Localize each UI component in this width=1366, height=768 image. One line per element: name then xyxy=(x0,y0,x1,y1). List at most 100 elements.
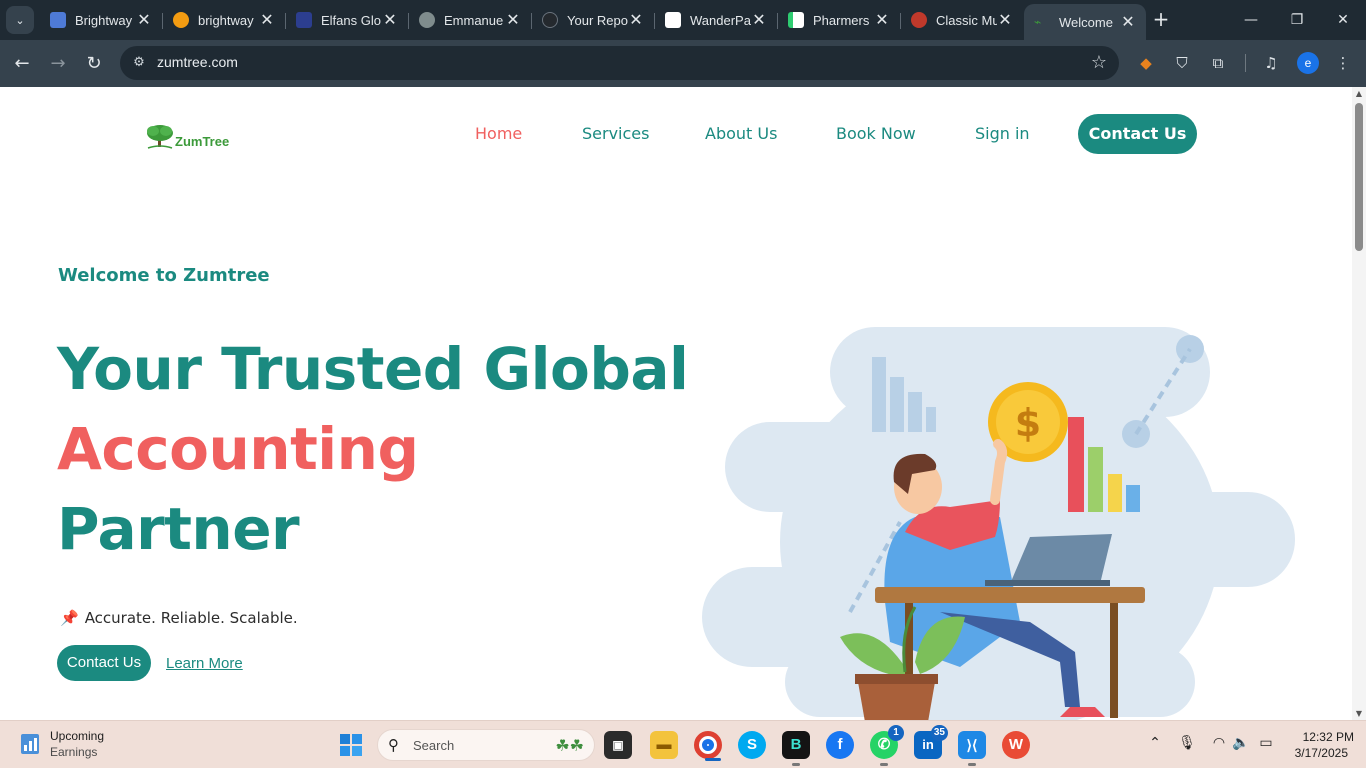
github-icon xyxy=(542,12,558,28)
hero-title-line-1: Your Trusted Global xyxy=(57,335,689,403)
clock-time[interactable]: 12:32 PM xyxy=(1292,730,1354,744)
brightway-favicon-icon xyxy=(50,12,66,28)
vscode-icon[interactable]: ⟩⟨ xyxy=(958,731,986,766)
close-icon[interactable]: ✕ xyxy=(382,10,398,30)
firefox-favicon-icon xyxy=(173,12,189,28)
globe-icon xyxy=(419,12,435,28)
tab-title: Classic Mu xyxy=(936,12,997,28)
tab-title: Pharmers xyxy=(813,12,870,28)
browser-menu-icon[interactable]: ⋮ xyxy=(1332,52,1354,74)
microphone-icon[interactable]: 🎙 xyxy=(1177,735,1197,751)
widget-subtitle[interactable]: Earnings xyxy=(50,745,97,759)
back-button[interactable]: ← xyxy=(9,51,35,77)
nav-home[interactable]: Home xyxy=(475,124,522,143)
tab-emmanuel[interactable]: Emmanue ✕ xyxy=(409,4,532,36)
extensions-puzzle-icon[interactable]: ⧉ xyxy=(1207,52,1229,74)
browser-toolbar: ← → ↻ ⚙ zumtree.com ☆ ◆ ⛉ ⧉ ♫ ⋮ xyxy=(0,40,1366,87)
forward-button[interactable]: → xyxy=(45,51,71,77)
wanderpa-favicon-icon xyxy=(665,12,681,28)
media-controls-icon[interactable]: ♫ xyxy=(1260,52,1282,74)
skype-icon[interactable]: S xyxy=(738,731,766,759)
wps-office-icon[interactable]: W xyxy=(1002,731,1030,759)
nav-sign-in[interactable]: Sign in xyxy=(975,124,1030,143)
tab-brightway-2[interactable]: brightway ✕ xyxy=(163,4,286,36)
toolbar-divider xyxy=(1245,54,1246,72)
new-tab-button[interactable]: + xyxy=(1150,8,1172,30)
facebook-icon[interactable]: f xyxy=(826,731,854,759)
taskbar-search-box[interactable]: ⚲ Search ☘☘ xyxy=(377,729,595,761)
tab-pharmers[interactable]: Pharmers ✕ xyxy=(778,4,901,36)
whatsapp-badge: 1 xyxy=(888,725,904,741)
hero-tagline: 📌 Accurate. Reliable. Scalable. xyxy=(60,609,298,627)
address-bar[interactable]: ⚙ zumtree.com ☆ xyxy=(120,46,1119,80)
nav-about-us[interactable]: About Us xyxy=(705,124,777,143)
tab-search-button[interactable]: ⌄ xyxy=(6,6,34,34)
pharmers-favicon-icon xyxy=(788,12,804,28)
zumtree-logo[interactable]: ZumTree xyxy=(144,122,244,152)
accounting-illustration: $ xyxy=(702,327,1295,720)
linkedin-icon[interactable]: in 35 xyxy=(914,725,948,759)
battery-icon[interactable]: ▭ xyxy=(1256,735,1276,751)
nav-services[interactable]: Services xyxy=(582,124,649,143)
tab-strip: ⌄ Brightway ✕ brightway ✕ Elfans Glo ✕ E… xyxy=(0,0,1366,40)
nav-book-now[interactable]: Book Now xyxy=(836,124,916,143)
tagline-text: Accurate. Reliable. Scalable. xyxy=(84,609,298,627)
scroll-up-icon[interactable]: ▲ xyxy=(1354,89,1364,98)
close-icon[interactable]: ✕ xyxy=(136,10,152,30)
scroll-thumb[interactable] xyxy=(1355,103,1363,251)
tab-your-repo[interactable]: Your Repo ✕ xyxy=(532,4,655,36)
tab-title: Welcome xyxy=(1059,14,1113,30)
tree-logo-icon xyxy=(147,125,173,149)
reload-button[interactable]: ↻ xyxy=(81,51,107,77)
learn-more-link[interactable]: Learn More xyxy=(166,655,243,672)
tab-elfans[interactable]: Elfans Glo ✕ xyxy=(286,4,409,36)
profile-avatar[interactable]: e xyxy=(1297,52,1319,74)
metamask-extension-icon[interactable]: ◆ xyxy=(1135,52,1157,74)
close-icon[interactable]: ✕ xyxy=(997,10,1013,30)
restore-button[interactable]: ❐ xyxy=(1282,8,1312,32)
tray-overflow-chevron-icon[interactable]: ⌃ xyxy=(1145,735,1165,751)
page-scrollbar[interactable]: ▲ ▼ xyxy=(1352,87,1366,720)
hero-contact-us-button[interactable]: Contact Us xyxy=(57,645,151,681)
stock-chart-icon[interactable] xyxy=(19,732,41,756)
close-icon[interactable]: ✕ xyxy=(505,10,521,30)
close-icon[interactable]: ✕ xyxy=(1120,12,1136,32)
page-viewport: ZumTree Home Services About Us Book Now … xyxy=(0,87,1352,720)
tab-brightway[interactable]: Brightway ✕ xyxy=(40,4,163,36)
tab-title: Elfans Glo xyxy=(321,12,381,28)
close-icon[interactable]: ✕ xyxy=(874,10,890,30)
clock-date[interactable]: 3/17/2025 xyxy=(1286,746,1348,760)
linkedin-badge: 35 xyxy=(930,725,948,741)
chrome-icon[interactable] xyxy=(694,731,722,761)
volume-icon[interactable]: 🔈 xyxy=(1231,735,1251,751)
shield-extension-icon[interactable]: ⛉ xyxy=(1171,52,1193,74)
zumtree-favicon-icon: ⌁ xyxy=(1034,15,1042,29)
tab-title: WanderPa xyxy=(690,12,751,28)
wifi-icon[interactable]: ◠ xyxy=(1209,735,1229,751)
tab-welcome[interactable]: ⌁ Welcome ✕ xyxy=(1024,4,1146,40)
tab-wanderpa[interactable]: WanderPa ✕ xyxy=(655,4,778,36)
task-view-icon[interactable]: ▣ xyxy=(604,731,632,759)
windows-start-icon[interactable] xyxy=(339,733,363,757)
hero-title-line-2: Accounting xyxy=(57,415,419,483)
url-text[interactable]: zumtree.com xyxy=(157,54,238,70)
close-window-button[interactable]: ✕ xyxy=(1328,8,1358,32)
tab-classic-mu[interactable]: Classic Mu ✕ xyxy=(901,4,1023,36)
search-placeholder: Search xyxy=(413,738,455,753)
b-app-icon[interactable]: B xyxy=(782,731,810,766)
nav-contact-us-button[interactable]: Contact Us xyxy=(1078,114,1197,154)
file-explorer-icon[interactable]: ▬ xyxy=(650,731,678,759)
close-icon[interactable]: ✕ xyxy=(259,10,275,30)
tab-title: Your Repo xyxy=(567,12,628,28)
widget-title[interactable]: Upcoming xyxy=(50,729,104,743)
scroll-down-icon[interactable]: ▼ xyxy=(1354,709,1364,718)
logo-text: ZumTree xyxy=(175,134,230,149)
pushpin-icon: 📌 xyxy=(60,609,79,627)
whatsapp-icon[interactable]: ✆ 1 xyxy=(870,725,904,766)
close-icon[interactable]: ✕ xyxy=(751,10,767,30)
close-icon[interactable]: ✕ xyxy=(628,10,644,30)
minimize-button[interactable]: — xyxy=(1236,8,1266,32)
site-info-icon[interactable]: ⚙ xyxy=(130,54,148,72)
bookmark-star-icon[interactable]: ☆ xyxy=(1091,52,1107,73)
windows-taskbar: Upcoming Earnings ⚲ Search ☘☘ ▣ ▬ S B f … xyxy=(0,720,1366,768)
